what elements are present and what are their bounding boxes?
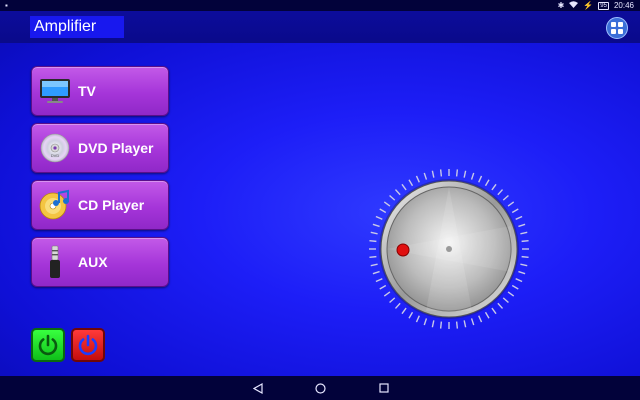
scale-tick [423,172,428,180]
scale-tick [507,201,515,207]
scale-tick [502,194,509,201]
page-title: Amplifier [30,16,124,38]
scale-tick [408,311,414,319]
notification-icon: ▪ [5,1,8,10]
wifi-icon [569,0,579,11]
scale-tick [520,263,528,267]
amplifier-screen: Amplifier TV DVD DVD Player CD Player AU… [0,11,640,376]
grid-menu-button[interactable] [606,17,628,39]
scale-tick [370,231,378,235]
scale-tick [484,311,490,319]
power-off-button[interactable] [71,328,105,362]
scale-tick [520,231,528,235]
bluetooth-icon: ✱ [557,1,565,10]
scale-tick [394,302,401,309]
home-icon [314,382,326,394]
status-icons: ✱ ⚡ 95 20:46 [558,0,634,11]
scale-tick [521,239,529,243]
scale-tick [515,278,523,283]
recents-icon [379,383,389,393]
scale-tick [463,320,467,328]
scale-tick [372,270,380,275]
scale-tick [518,223,526,228]
scale-tick [478,175,483,183]
cd-music-icon [38,188,72,222]
scale-tick [375,215,383,220]
home-button[interactable] [312,380,328,396]
scale-tick [375,278,383,283]
scale-tick [497,189,504,196]
scale-tick [423,318,428,326]
cd-player-button[interactable]: CD Player [31,180,169,230]
scale-tick [439,169,443,177]
scale-tick [401,183,407,191]
charging-icon: ⚡ [583,1,594,10]
scale-tick [431,170,435,178]
dvd-icon: DVD [38,131,72,165]
volume-indicator-dot [396,243,410,257]
scale-tick [497,302,504,309]
battery-icon: 95 [598,1,609,10]
tv-icon [38,74,72,108]
grid-menu-icon [611,22,623,34]
scale-tick [431,320,435,328]
scale-tick [383,201,391,207]
scale-tick [439,321,443,329]
scale-tick [491,307,497,315]
power-on-button[interactable] [31,328,65,362]
recents-button[interactable] [376,380,392,396]
scale-tick [372,223,380,228]
scale-tick [415,175,420,183]
scale-tick [478,315,483,323]
scale-tick [502,297,509,304]
scale-tick [379,208,387,214]
scale-tick [511,208,519,214]
dvd-player-label: DVD Player [78,140,154,156]
status-bar: ▪ ✱ ⚡ 95 20:46 [0,0,640,11]
svg-text:DVD: DVD [51,153,60,158]
scale-tick [370,263,378,267]
power-on-icon [38,334,58,356]
scale-tick [470,318,475,326]
scale-tick [408,179,414,187]
aux-button[interactable]: AUX [31,237,169,287]
scale-tick [369,255,377,259]
scale-tick [518,270,526,275]
volume-knob[interactable] [366,166,532,332]
scale-tick [463,170,467,178]
scale-tick [521,255,529,259]
scale-tick [515,215,523,220]
scale-tick [484,179,490,187]
back-icon [253,382,263,394]
scale-tick [511,284,519,290]
scale-tick [383,291,391,297]
system-nav-bar [0,376,640,400]
back-button[interactable] [250,380,266,396]
scale-tick [389,194,396,201]
scale-tick [401,307,407,315]
scale-tick [389,297,396,304]
clock: 20:46 [613,1,634,10]
scale-tick [507,291,515,297]
scale-tick [470,172,475,180]
power-off-icon [78,334,98,356]
aux-label: AUX [78,254,108,270]
tv-button[interactable]: TV [31,66,169,116]
audio-jack-icon [38,245,72,279]
scale-tick [455,321,459,329]
tv-label: TV [78,83,96,99]
header-bar: Amplifier [0,11,640,43]
dvd-player-button[interactable]: DVD DVD Player [31,123,169,173]
scale-tick [491,183,497,191]
scale-tick [394,189,401,196]
cd-player-label: CD Player [78,197,145,213]
scale-tick [369,239,377,243]
scale-tick [455,169,459,177]
scale-tick [379,284,387,290]
scale-tick [415,315,420,323]
